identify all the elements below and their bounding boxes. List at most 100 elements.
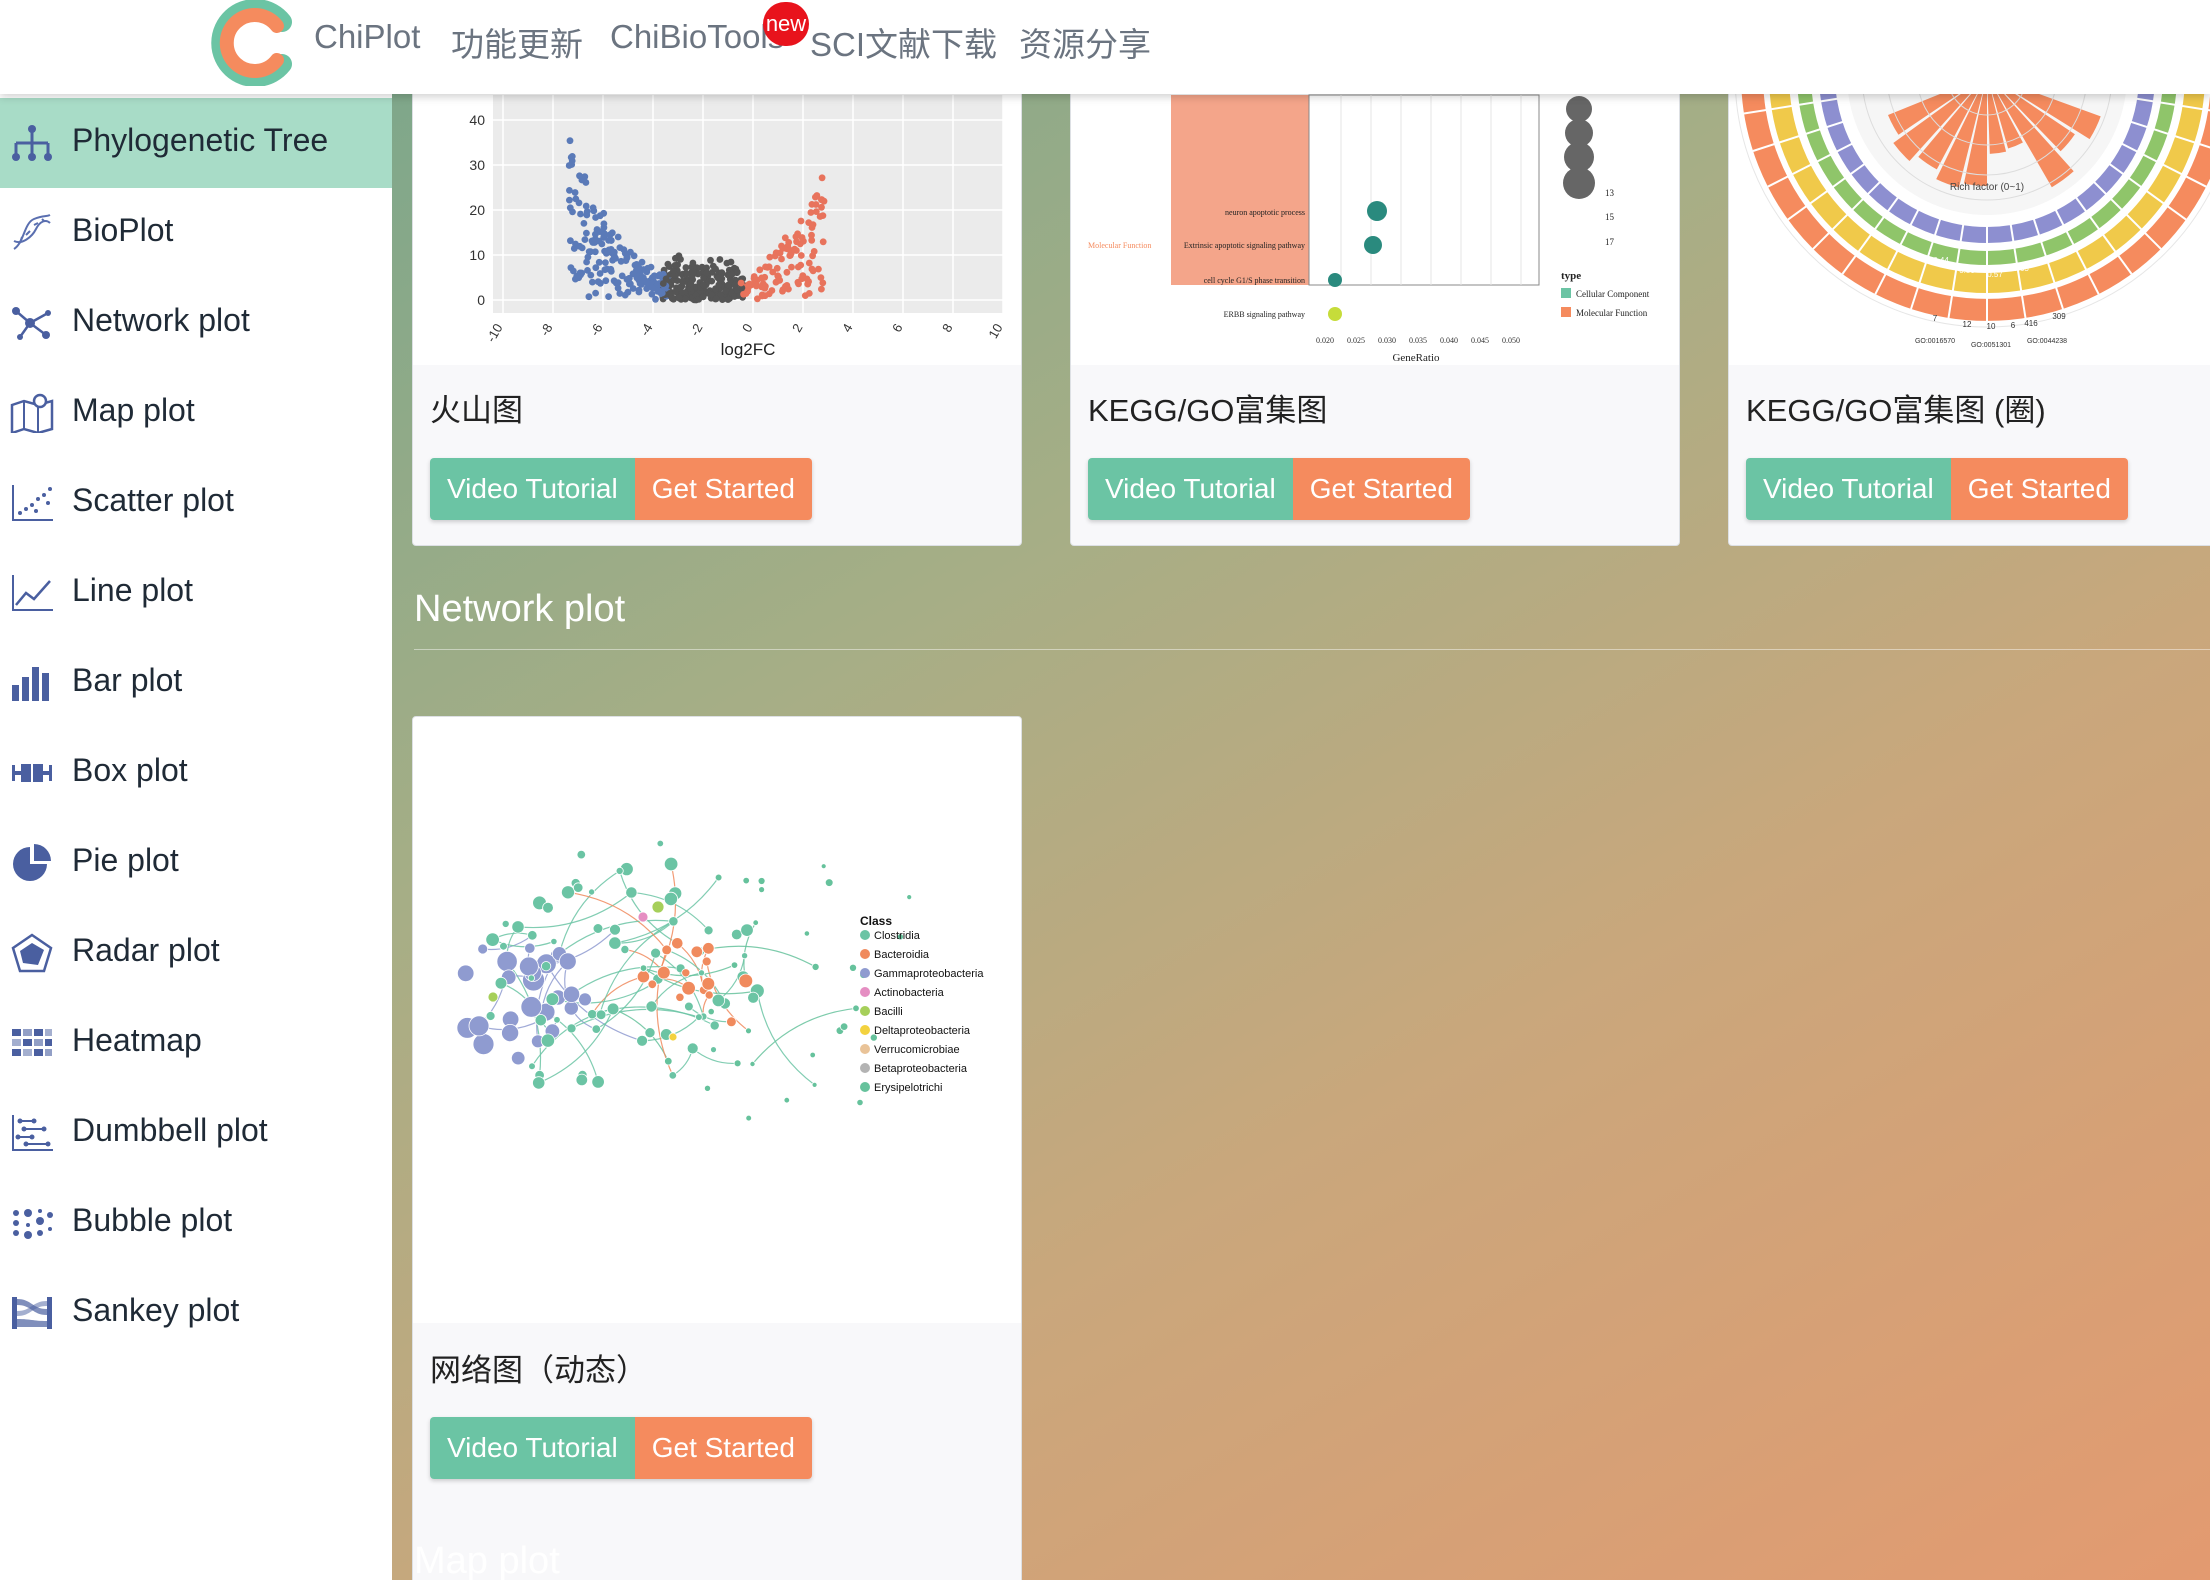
get-started-button[interactable]: Get Started (634, 458, 812, 520)
network-node (578, 992, 592, 1007)
network-node (738, 973, 754, 989)
network-node (668, 1032, 678, 1042)
volcano-dot (682, 295, 689, 303)
kegg-xtick: 0.045 (1471, 336, 1489, 345)
volcano-dot (715, 274, 723, 281)
volcano-dot (816, 213, 824, 220)
video-tutorial-button[interactable]: Video Tutorial (430, 458, 635, 520)
network-icon (12, 307, 51, 340)
video-tutorial-button[interactable]: Video Tutorial (1746, 458, 1951, 520)
kegg-xtick: 0.050 (1502, 336, 1520, 345)
sidebar-item-label: Bubble plot (72, 1202, 233, 1238)
volcano-plot-thumbnail[interactable]: 40 30 20 10 0 -10 -8 -6 -4 -2 0 2 4 6 8 10 log2FC (413, 94, 1021, 365)
network-legend-swatch (860, 1025, 870, 1035)
sidebar-item-phylogenetic-tree[interactable]: Phylogenetic Tree (0, 98, 392, 188)
sidebar-item-map-plot[interactable]: Map plot (0, 368, 392, 458)
volcano-dot (797, 217, 805, 225)
volcano-dot (568, 157, 576, 165)
nav-link-chibiotools[interactable]: ChiBioTools (610, 18, 784, 56)
section-title-map-plot: Map plot (414, 1540, 560, 1580)
kegg-go-thumbnail[interactable]: neuron apoptotic process Extrinsic apopt… (1071, 94, 1679, 365)
volcano-dot (778, 255, 785, 263)
sidebar-item-radar-plot[interactable]: Radar plot (0, 908, 392, 998)
kegg-dot (1364, 236, 1382, 254)
nav-link-sci-download[interactable]: SCI文献下载 (810, 18, 997, 66)
volcano-dot (671, 262, 679, 269)
get-started-button[interactable]: Get Started (1292, 458, 1470, 520)
volcano-dot (635, 286, 643, 294)
get-started-button[interactable]: Get Started (1950, 458, 2128, 520)
network-node (703, 925, 714, 936)
sidebar-item-box-plot[interactable]: Box plot (0, 728, 392, 818)
get-started-button[interactable]: Get Started (634, 1417, 812, 1479)
network-node (560, 885, 575, 900)
brand-name[interactable]: ChiPlot (314, 18, 420, 56)
circle-count: 12 (1963, 320, 1972, 329)
circle-value: 0.57 (1987, 270, 2003, 279)
network-plot-thumbnail[interactable]: Class Clostridia Bacteroidia Gammaproteoba… (413, 717, 1021, 1323)
network-node (485, 1011, 496, 1021)
network-node (647, 979, 658, 990)
volcano-xtick: -4 (637, 321, 656, 339)
volcano-dot (775, 273, 782, 280)
sidebar-item-label: Network plot (72, 302, 250, 338)
kegg-term: cell cycle G1/S phase transition (1204, 276, 1305, 285)
network-node (587, 1009, 598, 1020)
volcano-dot (808, 231, 815, 239)
sidebar-item-heatmap[interactable]: Heatmap (0, 998, 392, 1088)
volcano-xtick: 6 (889, 321, 906, 335)
sidebar-item-line-plot[interactable]: Line plot (0, 548, 392, 638)
volcano-dot (600, 231, 608, 239)
volcano-dot (747, 281, 754, 289)
sidebar-item-dumbbell-plot[interactable]: Dumbbell plot (0, 1088, 392, 1178)
volcano-dot (591, 248, 599, 256)
top-navbar: ChiPlot 功能更新 ChiBioTools new SCI文献下载 资源分… (0, 0, 2210, 94)
kegg-xtick: 0.040 (1440, 336, 1458, 345)
sidebar-item-pie-plot[interactable]: Pie plot (0, 818, 392, 908)
kegg-xtick: 0.020 (1316, 336, 1334, 345)
sidebar-item-sankey-plot[interactable]: Sankey plot (0, 1268, 392, 1358)
volcano-dot (791, 245, 798, 253)
kegg-size-label: 17 (1605, 237, 1615, 247)
volcano-dot (672, 288, 679, 296)
volcano-dot (580, 220, 588, 227)
network-node (576, 849, 587, 860)
volcano-dot (629, 285, 637, 292)
sidebar-item-bubble-plot[interactable]: Bubble plot (0, 1178, 392, 1268)
volcano-dot (582, 202, 590, 210)
volcano-dot (724, 296, 732, 303)
volcano-dot (722, 287, 729, 295)
network-node (591, 1024, 602, 1034)
network-node (707, 1007, 715, 1016)
network-node (711, 993, 726, 1008)
sidebar-item-scatter-plot[interactable]: Scatter plot (0, 458, 392, 548)
video-tutorial-button[interactable]: Video Tutorial (430, 1417, 635, 1479)
volcano-ytick: 20 (469, 202, 485, 218)
volcano-dot (754, 295, 761, 303)
volcano-dot (689, 268, 697, 276)
video-tutorial-button[interactable]: Video Tutorial (1088, 458, 1293, 520)
network-node (758, 886, 766, 894)
volcano-dot (583, 211, 591, 219)
chiplot-logo[interactable] (210, 0, 296, 86)
kegg-xtick: 0.025 (1347, 336, 1365, 345)
nav-link-updates[interactable]: 功能更新 (451, 18, 583, 66)
sidebar-item-bar-plot[interactable]: Bar plot (0, 638, 392, 728)
nav-link-resources[interactable]: 资源分享 (1019, 18, 1151, 66)
sidebar-item-bioplot[interactable]: BioPlot (0, 188, 392, 278)
volcano-dot (617, 257, 625, 265)
network-node (668, 916, 679, 927)
volcano-dot (703, 269, 710, 277)
volcano-xtick: -8 (537, 321, 556, 339)
network-node (468, 1015, 490, 1037)
kegg-go-circle-thumbnail[interactable]: Rich factor (0~1) 0.44 0.50 0.57 0.65 7 … (1729, 94, 2210, 365)
sidebar-item-network-plot[interactable]: Network plot (0, 278, 392, 368)
volcano-dot (578, 244, 586, 252)
network-node (701, 956, 712, 967)
volcano-dot (600, 220, 608, 228)
volcano-dot (571, 189, 579, 196)
circle-go-id: GO:0051301 (1971, 342, 2011, 349)
volcano-dot (618, 272, 626, 280)
network-node (661, 944, 673, 956)
volcano-dot (683, 270, 691, 277)
